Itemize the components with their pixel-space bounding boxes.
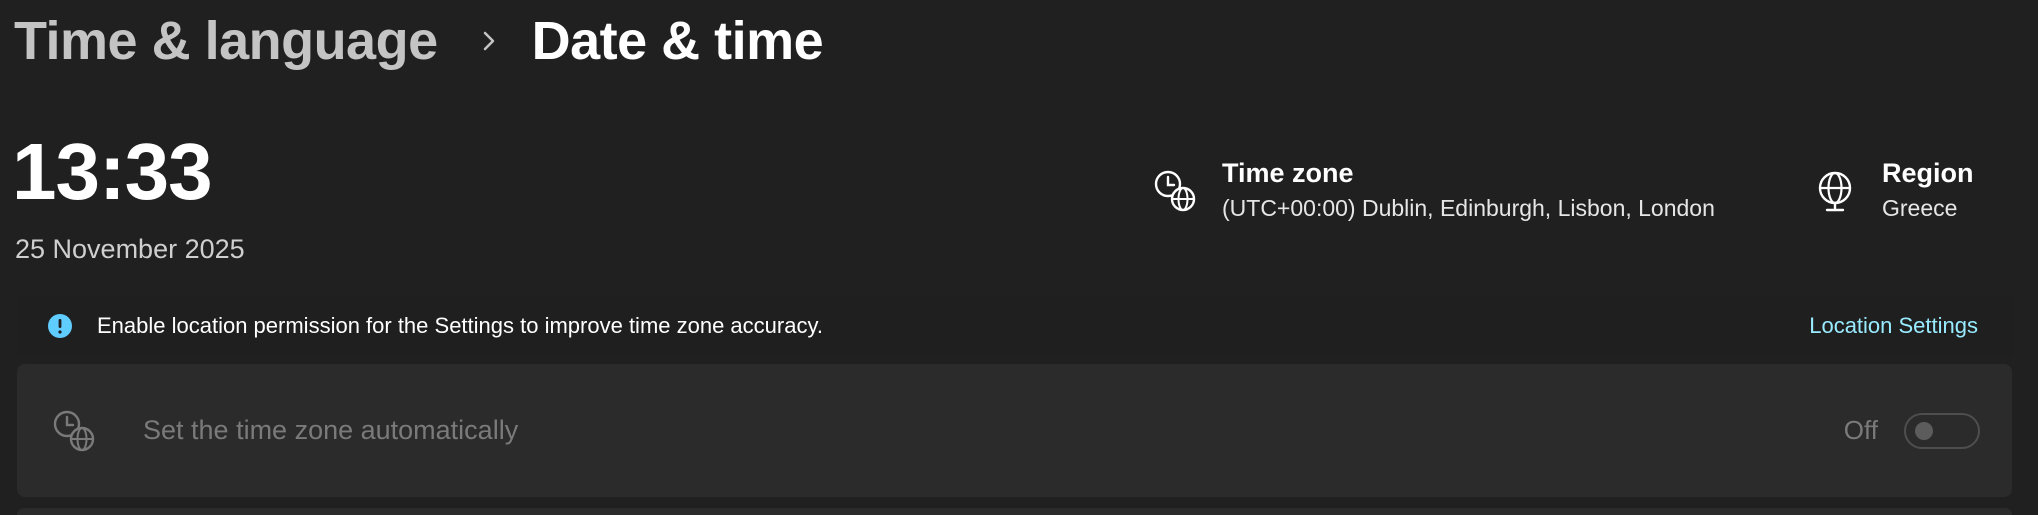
page-title: Date & time — [531, 11, 824, 71]
infobar-message: Enable location permission for the Setti… — [97, 313, 823, 338]
breadcrumb: Time & language Date & time — [14, 4, 824, 78]
location-settings-link[interactable]: Location Settings — [1809, 313, 1978, 339]
time-zone-title: Time zone — [1222, 158, 1354, 188]
clock-globe-icon — [1154, 170, 1196, 212]
current-date: 25 November 2025 — [15, 234, 245, 264]
next-card-edge — [17, 508, 2012, 515]
region-value: Greece — [1882, 195, 1958, 222]
region-title: Region — [1882, 158, 1974, 188]
time-zone-summary: Time zone (UTC+00:00) Dublin, Edinburgh,… — [1152, 156, 1715, 222]
globe-icon — [1818, 171, 1852, 212]
set-time-zone-automatically-setting: Set the time zone automatically Off — [17, 364, 2012, 497]
toggle-state-label: Off — [1843, 415, 1878, 445]
clock-globe-icon — [53, 410, 95, 451]
settings-page: Time & language Date & time 13:33 25 Nov… — [0, 0, 2038, 515]
info-icon — [48, 314, 72, 338]
toggle-knob — [1915, 421, 1933, 440]
chevron-right-icon — [483, 31, 494, 51]
time-zone-value: (UTC+00:00) Dublin, Edinburgh, Lisbon, L… — [1222, 195, 1715, 222]
region-summary: Region Greece — [1812, 156, 1974, 222]
breadcrumb-time-language[interactable]: Time & language — [14, 10, 438, 72]
current-time: 13:33 — [12, 127, 213, 216]
auto-time-zone-toggle[interactable] — [1904, 412, 1980, 449]
setting-label: Set the time zone automatically — [143, 415, 519, 445]
location-permission-infobar: Enable location permission for the Setti… — [17, 296, 2013, 356]
